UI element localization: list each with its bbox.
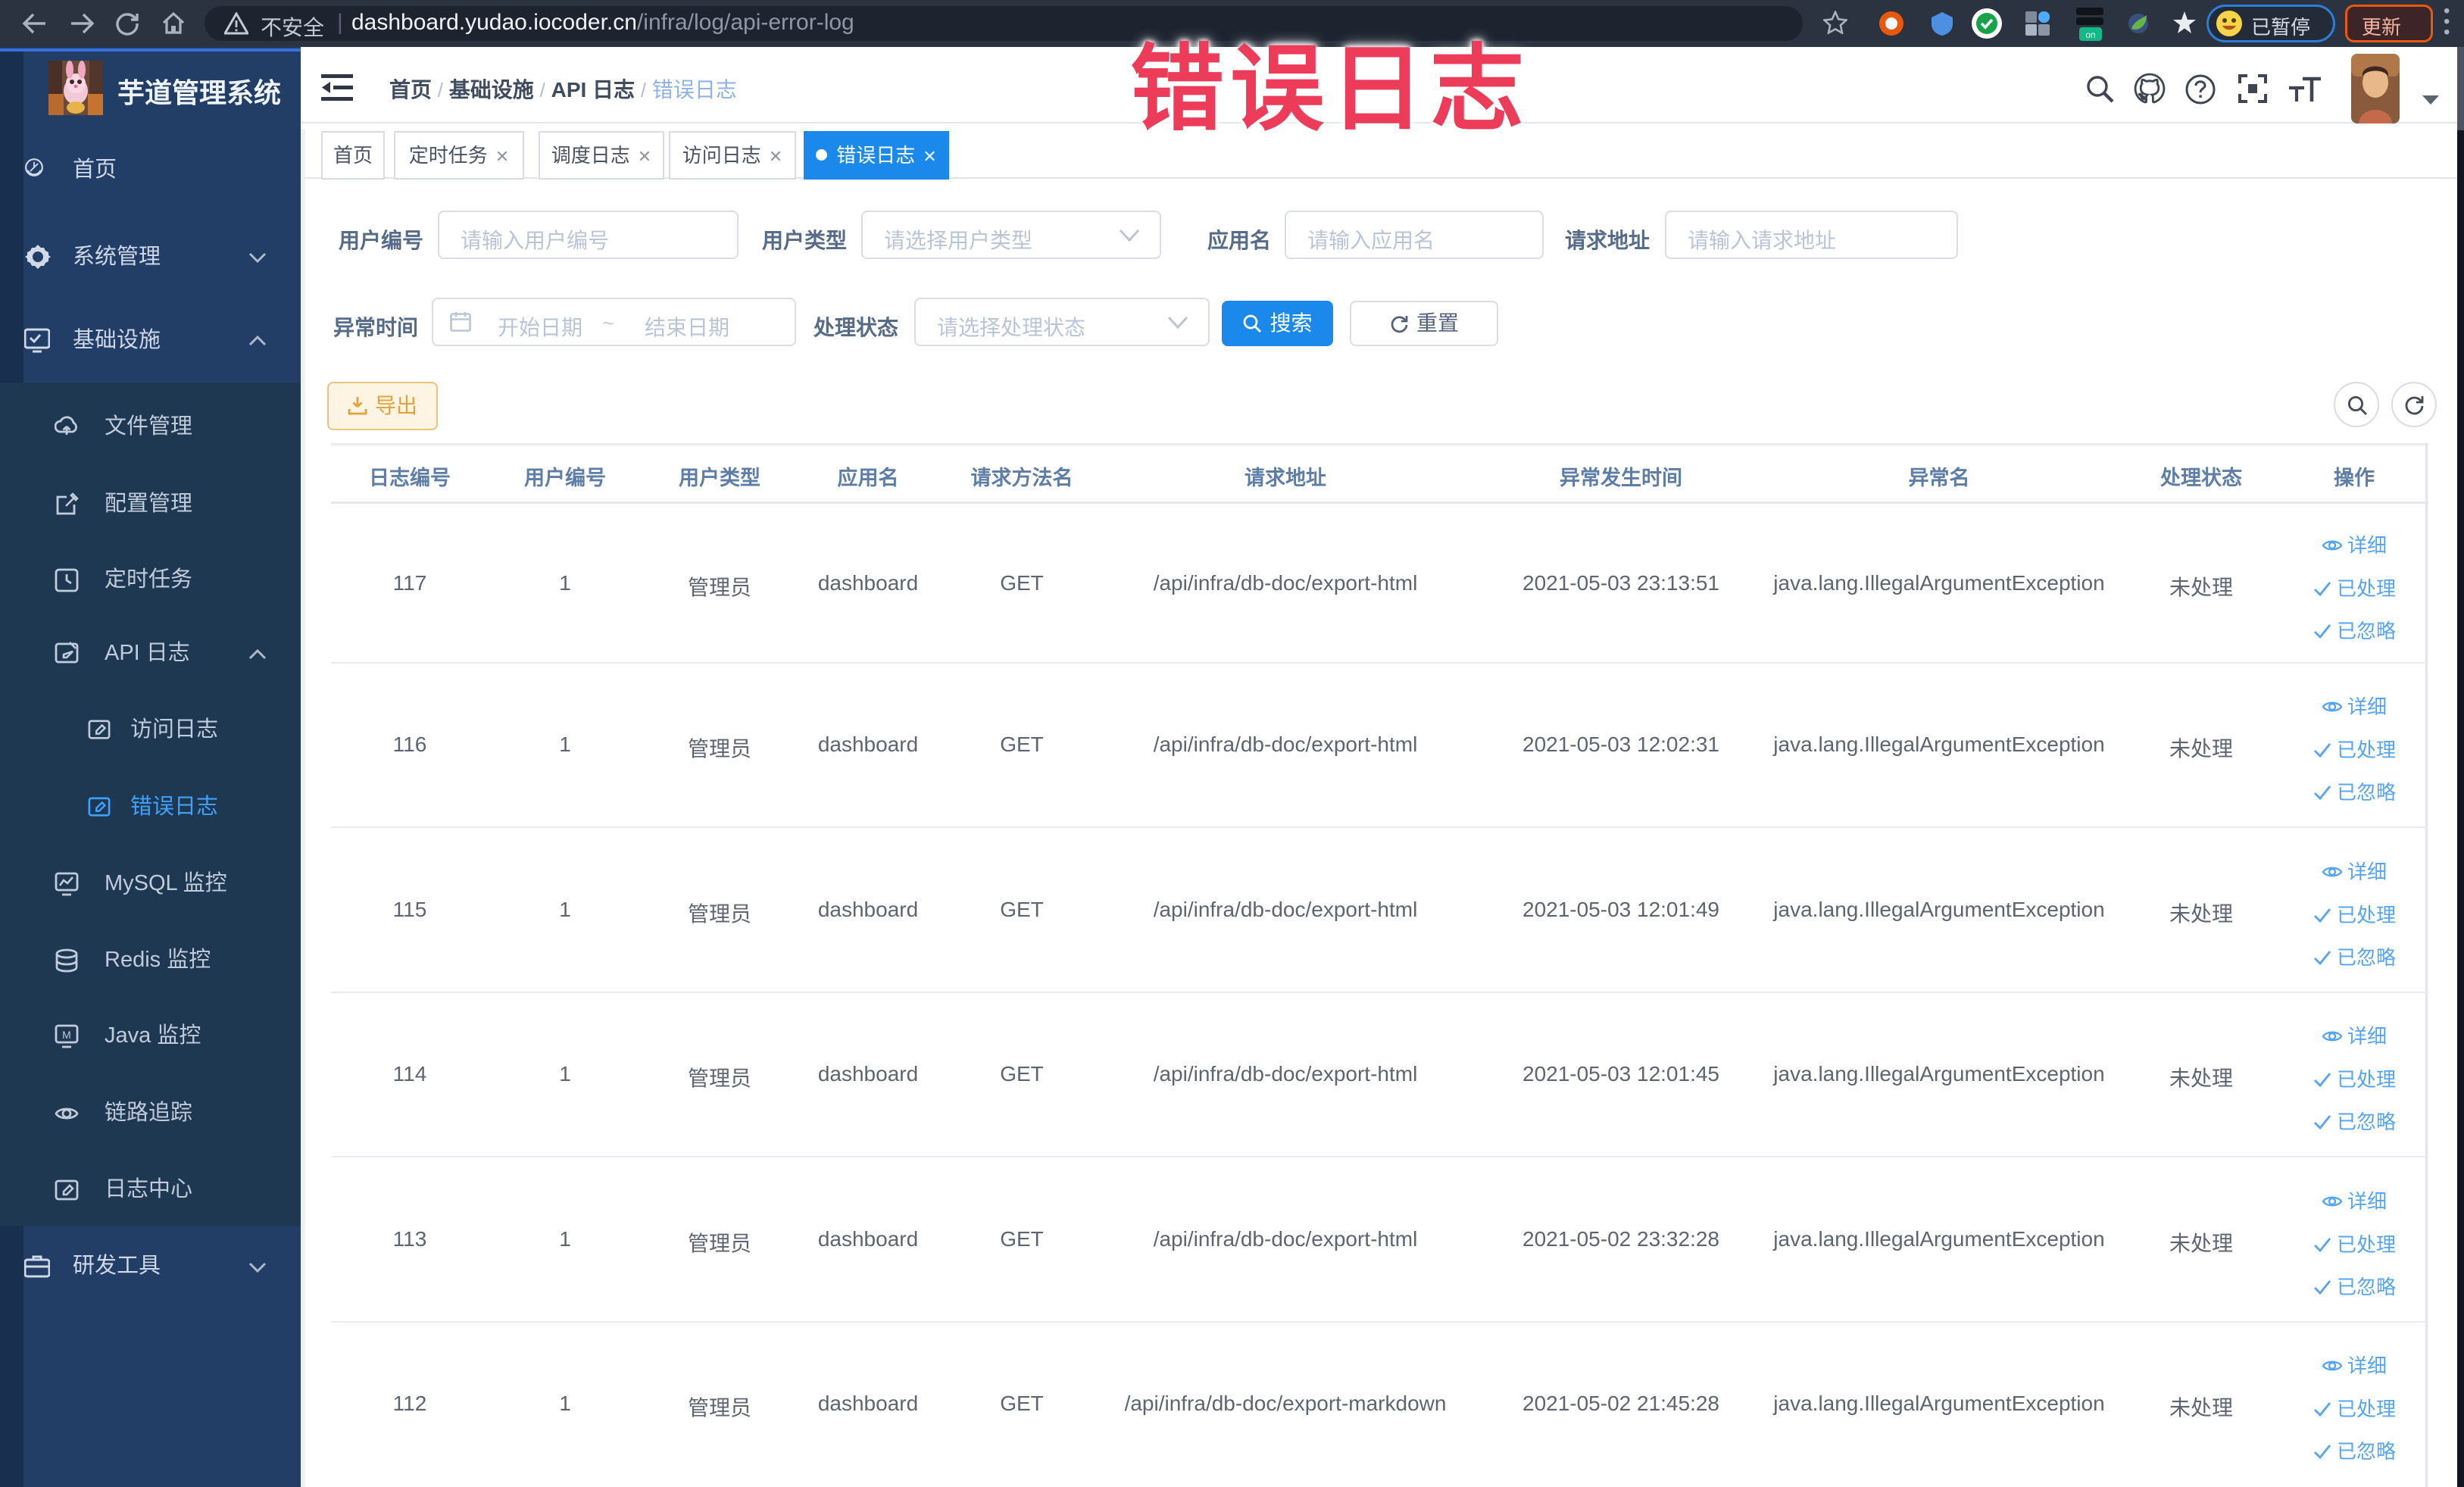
- svg-text:M: M: [62, 1029, 71, 1041]
- svg-text:on: on: [2085, 30, 2095, 40]
